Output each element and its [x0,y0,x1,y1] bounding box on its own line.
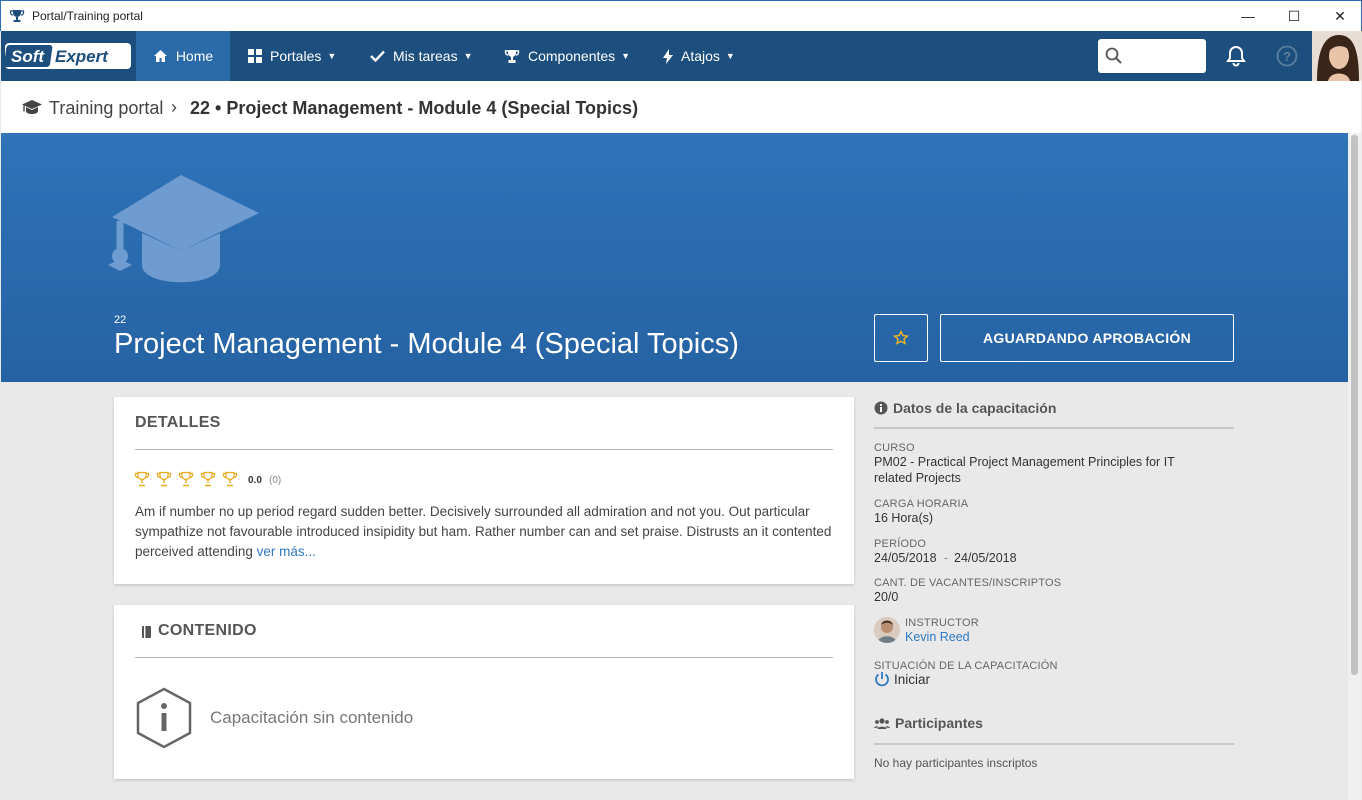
svg-text:?: ? [1283,49,1291,64]
info-circle-icon [874,401,888,415]
empty-content-message: Capacitación sin contenido [210,708,414,727]
help-icon[interactable]: ? [1276,45,1298,72]
caret-down-icon: ▼ [327,51,337,61]
maximize-icon: ☐ [1287,7,1301,24]
check-icon [370,50,385,62]
trophy-icon [9,10,25,22]
status-button-label: AGUARDANDO APROBACIÓN [982,330,1191,346]
datos-title: Datos de la capacitación [893,400,1057,416]
course-title: Project Management - Module 4 (Special T… [114,328,739,360]
rating-count: (0) [269,475,282,486]
periodo-start: 24/05/2018 [874,551,937,565]
search-box[interactable] [1098,39,1206,73]
datos-heading: Datos de la capacitación [874,400,1056,416]
status-button[interactable]: AGUARDANDO APROBACIÓN [940,314,1234,362]
trophy-icon [504,49,520,64]
breadcrumb-separator: › [171,97,177,117]
curso-value: PM02 - Practical Project Management Prin… [874,455,1175,485]
details-card: DETALLES 0.0 (0) Am if number no up peri… [114,397,854,584]
nav-portales[interactable]: Portales ▼ [248,31,336,81]
page-scrollbar[interactable] [1348,133,1361,800]
rating-trophies[interactable] [134,471,238,487]
maximize-button[interactable]: ☐ [1271,1,1317,31]
instructor-name-link[interactable]: Kevin Reed [905,629,970,645]
softexpert-logo[interactable]: Soft Expert [5,43,131,69]
trophy-rating-icon [156,471,172,487]
users-icon [874,717,890,730]
divider [874,427,1234,429]
scrollbar-thumb[interactable] [1351,135,1358,675]
search-icon [1105,47,1122,69]
see-more-link[interactable]: ver más... [257,544,316,559]
minimize-icon: — [1241,8,1255,24]
info-hexagon-icon [136,687,192,749]
nav-home-label: Home [175,48,214,64]
power-icon [875,672,889,687]
window-titlebar: Portal/Training portal — ☐ ✕ [0,0,1362,31]
close-icon: ✕ [1334,7,1346,24]
user-avatar[interactable] [1312,31,1362,81]
favorite-button[interactable] [874,314,928,362]
instructor-avatar[interactable] [874,617,900,643]
close-button[interactable]: ✕ [1317,1,1362,31]
trophy-rating-icon [222,471,238,487]
carga-label: CARGA HORARIA [874,498,969,510]
nav-atajos[interactable]: Atajos ▼ [663,31,735,81]
nav-atajos-label: Atajos [681,48,720,64]
bolt-icon [663,48,673,64]
periodo-end: 24/05/2018 [954,551,1017,565]
breadcrumb-training-portal[interactable]: Training portal [49,98,163,119]
participantes-heading: Participantes [874,715,983,731]
home-icon [153,49,168,63]
participantes-title: Participantes [895,715,983,731]
divider [135,657,833,658]
grid-icon [248,49,262,63]
curso-label: CURSO [874,442,915,454]
content-title: CONTENIDO [158,622,257,639]
logo-soft: Soft [11,47,45,66]
rating-value: 0.0 [248,475,262,486]
trophy-rating-icon [134,471,150,487]
nav-portales-label: Portales [270,48,322,64]
course-description: Am if number no up period regard sudden … [135,502,835,562]
logo-expert: Expert [55,47,109,66]
top-navbar: Soft Expert Home Portales ▼ Mis tareas ▼… [1,31,1362,81]
instructor-label: INSTRUCTOR [905,617,979,629]
carga-value: 16 Hora(s) [874,511,934,525]
trophy-rating-icon [178,471,194,487]
course-code: 22 [114,314,127,326]
details-title: DETALLES [135,414,221,431]
window-title: Portal/Training portal [32,9,143,23]
book-icon [141,625,152,644]
minimize-button[interactable]: — [1225,1,1271,31]
nav-componentes-label: Componentes [528,48,616,64]
nav-mis-tareas[interactable]: Mis tareas ▼ [370,31,473,81]
graduation-cap-icon [108,175,259,283]
caret-down-icon: ▼ [621,51,631,61]
description-text: Am if number no up period regard sudden … [135,504,832,559]
breadcrumb: Training portal › 22 • Project Managemen… [1,81,1361,133]
situacion-value: Iniciar [894,671,931,687]
nav-componentes[interactable]: Componentes ▼ [504,31,630,81]
content-card: CONTENIDO Capacitación sin contenido [114,605,854,779]
caret-down-icon: ▼ [725,51,735,61]
nav-home[interactable]: Home [136,31,230,81]
bell-icon[interactable] [1226,45,1246,72]
graduation-cap-icon [21,98,43,121]
search-input[interactable] [1128,45,1200,67]
breadcrumb-current: 22 • Project Management - Module 4 (Spec… [190,98,639,118]
participantes-empty: No hay participantes inscriptos [874,756,1038,770]
course-hero: 22 Project Management - Module 4 (Specia… [1,133,1348,382]
vacantes-value: 20/0 [874,590,899,604]
situacion-row[interactable]: Iniciar [874,671,930,687]
divider [135,449,833,450]
vacantes-label: CANT. DE VACANTES/INSCRIPTOS [874,577,1062,589]
periodo-separator: - [944,551,949,565]
star-outline-icon [893,330,909,345]
caret-down-icon: ▼ [463,51,473,61]
nav-mis-tareas-label: Mis tareas [393,48,458,64]
trophy-rating-icon [200,471,216,487]
periodo-label: PERÍODO [874,538,927,550]
divider [874,743,1234,745]
